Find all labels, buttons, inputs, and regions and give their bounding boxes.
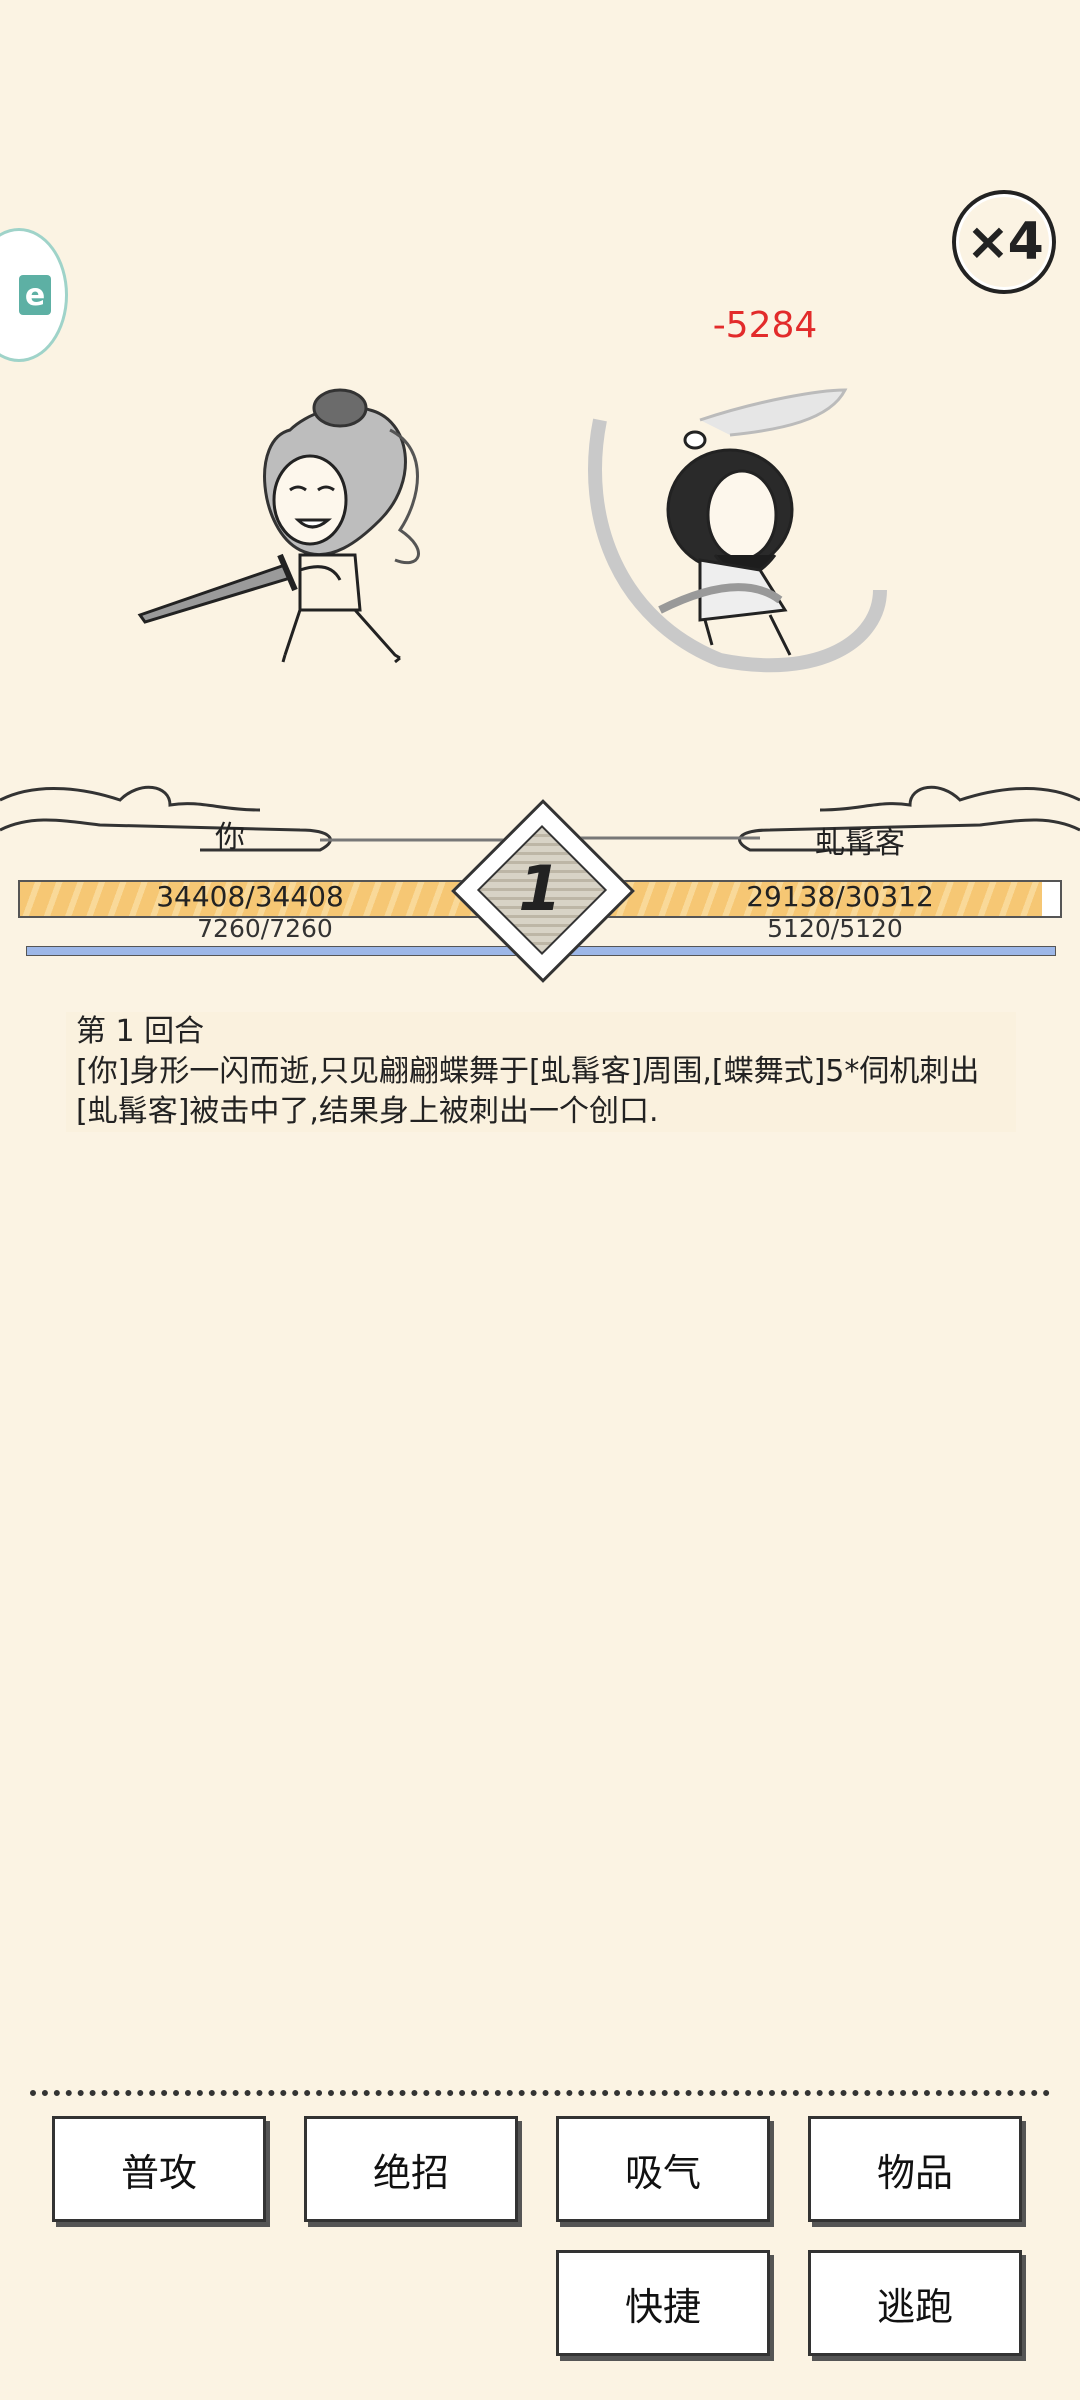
flee-button[interactable]: 逃跑 <box>808 2250 1022 2356</box>
enemy-mp-bar <box>560 946 1056 956</box>
round-number: 1 <box>518 852 562 925</box>
enemy-name: 虬髯客 <box>815 826 905 861</box>
side-float-button[interactable]: e <box>0 228 68 362</box>
player-mp-text: 7260/7260 <box>197 914 333 943</box>
player-mp-bar <box>26 946 518 956</box>
enemy-character <box>588 388 887 673</box>
speed-toggle-button[interactable]: ×4 <box>952 190 1056 294</box>
enemy-mp-text: 5120/5120 <box>767 914 903 943</box>
log-line: [虬髯客]被击中了,结果身上被刺出一个创口. <box>76 1094 659 1129</box>
log-line: [你]身形一闪而逝,只见翩翩蝶舞于[虬髯客]周围,[蝶舞式]5*伺机刺出 <box>76 1054 980 1089</box>
normal-attack-button[interactable]: 普攻 <box>52 2116 266 2222</box>
battle-scene <box>137 388 887 673</box>
battle-log: 第 1 回合 [你]身形一闪而逝,只见翩翩蝶舞于[虬髯客]周围,[蝶舞式]5*伺… <box>66 1012 1016 1132</box>
enemy-hp-text: 29138/30312 <box>746 880 934 913</box>
divider <box>30 2090 1050 2096</box>
log-round-title: 第 1 回合 <box>76 1014 205 1049</box>
ultimate-button[interactable]: 绝招 <box>304 2116 518 2222</box>
player-hp-text: 34408/34408 <box>156 880 344 913</box>
player-character <box>137 388 420 664</box>
shortcut-button[interactable]: 快捷 <box>556 2250 770 2356</box>
items-button[interactable]: 物品 <box>808 2116 1022 2222</box>
damage-number: -5284 <box>712 305 818 346</box>
player-name: 你 <box>215 820 245 855</box>
breathe-button[interactable]: 吸气 <box>556 2116 770 2222</box>
side-float-icon: e <box>19 275 51 315</box>
